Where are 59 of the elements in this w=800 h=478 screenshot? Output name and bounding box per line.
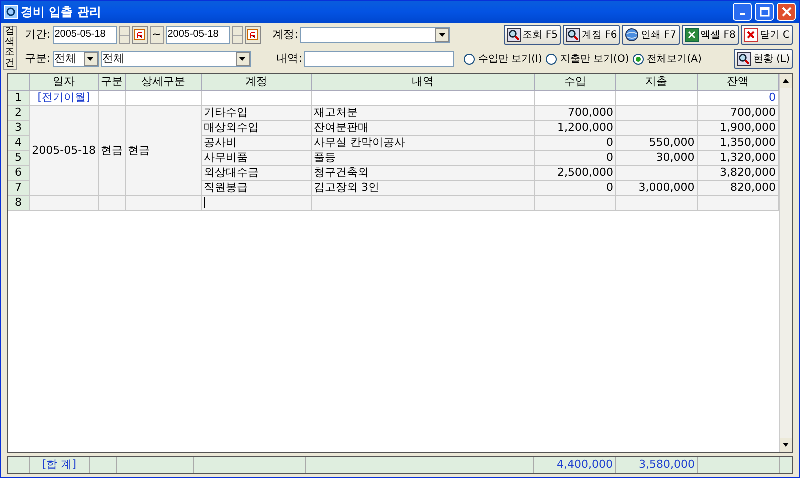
date-field[interactable]: 2005-05-18 [52, 26, 117, 44]
detail-dropdown[interactable]: 전체 [100, 51, 251, 67]
close-icon [744, 28, 758, 42]
totals-label: [합 계] [30, 457, 90, 473]
row-number: 5 [8, 150, 30, 166]
column-header[interactable]: 잔액 [697, 74, 778, 90]
status-button[interactable]: 현황 (L) [734, 49, 793, 69]
view-radio[interactable]: 전체보기(A) [633, 52, 702, 66]
toolbar-button[interactable]: 닫기 C [740, 25, 793, 45]
view-radio[interactable]: 지출만 보기(O) [546, 52, 630, 66]
tilde-button[interactable]: ~ [150, 26, 164, 44]
scrollbar[interactable] [779, 74, 792, 452]
toolbar-button[interactable]: 엑셀 F8 [682, 25, 739, 45]
account-label: 계정: [272, 26, 298, 43]
column-header[interactable]: 상세구분 [126, 74, 202, 90]
calendar-icon[interactable] [244, 26, 261, 44]
scroll-down-icon[interactable] [780, 438, 792, 452]
search-conditions-label: 검색조건 [3, 26, 17, 70]
magnifier-icon [506, 28, 521, 42]
row-number: 6 [8, 166, 30, 180]
toolbar-button[interactable]: 계정 F6 [562, 25, 620, 45]
column-header[interactable]: 일자 [30, 74, 99, 90]
close-button[interactable] [777, 3, 796, 21]
type-dropdown[interactable]: 전체 [52, 51, 99, 67]
close-icon [782, 7, 792, 17]
toolbar-button[interactable]: 조회 F5 [504, 25, 561, 45]
row-number: 1 [8, 90, 30, 106]
magnifier-icon [566, 28, 580, 42]
period-label: 기간: [25, 26, 51, 43]
window-title: 경비 입출 관리 [21, 4, 102, 21]
calendar-icon[interactable] [132, 26, 148, 44]
column-header[interactable]: 지출 [616, 74, 698, 90]
row-number: 4 [8, 136, 30, 150]
scroll-up-icon[interactable] [780, 74, 792, 88]
column-header[interactable]: 수입 [534, 74, 616, 90]
spreadsheet-icon [684, 28, 699, 42]
memo-label: 내역: [276, 50, 302, 67]
memo-field[interactable] [304, 51, 454, 67]
type-label: 구분: [25, 50, 51, 67]
toolbar-button[interactable]: 인쇄 F7 [622, 25, 680, 45]
row-number: 8 [8, 196, 30, 210]
maximize-icon [760, 7, 770, 17]
input-field[interactable] [201, 196, 312, 210]
row-number: 3 [8, 120, 30, 136]
total-income: 4,400,000 [534, 457, 616, 473]
column-header[interactable]: 내역 [312, 74, 535, 90]
table-cell: 현금 [98, 106, 126, 196]
column-header[interactable]: 구분 [98, 74, 126, 90]
date-field[interactable]: 2005-05-18 [166, 26, 230, 44]
row-number: 2 [8, 106, 30, 120]
row-number: 7 [8, 180, 30, 196]
minimize-button[interactable] [733, 3, 752, 21]
globe-icon [625, 28, 640, 42]
app-icon [4, 5, 18, 19]
magnifier-icon [737, 52, 752, 66]
maximize-button[interactable] [755, 3, 774, 21]
view-radio[interactable]: 수입만 보기(I) [464, 52, 542, 66]
column-header[interactable]: 계정 [201, 74, 312, 90]
total-expense: 3,580,000 [616, 457, 698, 473]
